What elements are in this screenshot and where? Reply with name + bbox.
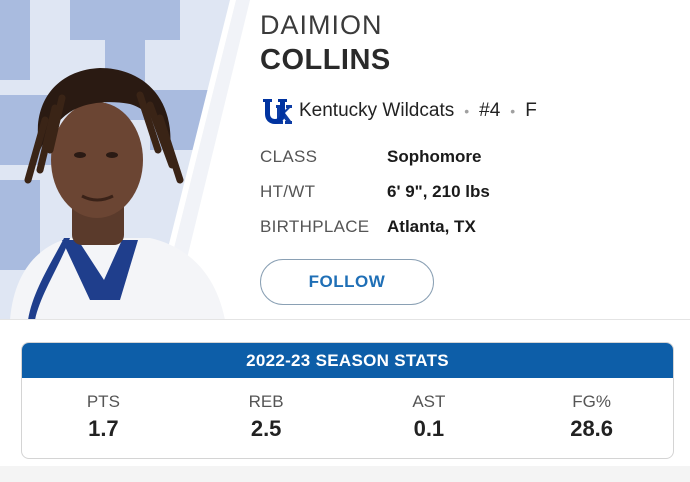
stat-value: 0.1 bbox=[413, 416, 445, 441]
team-line: Kentucky Wildcats • #4 • F bbox=[262, 96, 537, 126]
season-stats-title: 2022-23 SEASON STATS bbox=[22, 343, 673, 378]
info-value: Atlanta, TX bbox=[387, 217, 476, 236]
stat-reb: REB 2.5 bbox=[185, 378, 348, 458]
info-value: Sophomore bbox=[387, 147, 482, 166]
stat-ast: AST 0.1 bbox=[348, 378, 511, 458]
stat-fg-pct: FG% 28.6 bbox=[510, 378, 673, 458]
info-value: 6' 9", 210 lbs bbox=[387, 182, 490, 201]
stat-label: AST bbox=[412, 392, 446, 411]
player-header: DAIMION COLLINS Kentucky Wildcats • #4 •… bbox=[0, 0, 690, 320]
stat-value: 2.5 bbox=[250, 416, 282, 441]
season-stats-card: 2022-23 SEASON STATS PTS 1.7 REB 2.5 AST… bbox=[21, 342, 674, 459]
dot-separator: • bbox=[510, 103, 516, 119]
stat-label: REB bbox=[248, 392, 284, 411]
player-photo bbox=[0, 0, 250, 320]
dot-separator: • bbox=[464, 103, 470, 119]
page-footer-strip bbox=[0, 466, 690, 482]
player-first-name: DAIMION bbox=[260, 10, 383, 40]
jersey-number: #4 bbox=[479, 100, 501, 121]
info-label: BIRTHPLACE bbox=[260, 217, 370, 236]
stat-label: FG% bbox=[572, 392, 611, 411]
stat-pts: PTS 1.7 bbox=[22, 378, 185, 458]
player-last-name: COLLINS bbox=[260, 44, 391, 76]
stat-label: PTS bbox=[86, 392, 120, 411]
uk-logo-icon[interactable] bbox=[262, 97, 292, 125]
info-label: CLASS bbox=[260, 147, 318, 166]
info-label: HT/WT bbox=[260, 182, 316, 201]
team-name[interactable]: Kentucky Wildcats bbox=[299, 100, 454, 122]
section-divider bbox=[0, 319, 690, 320]
follow-button[interactable]: FOLLOW bbox=[260, 259, 434, 305]
stat-value: 1.7 bbox=[88, 416, 119, 441]
player-photo-illustration bbox=[0, 0, 250, 320]
player-position: F bbox=[525, 100, 537, 121]
stat-value: 28.6 bbox=[570, 416, 614, 441]
stats-grid: PTS 1.7 REB 2.5 AST 0.1 FG% 28.6 bbox=[22, 378, 673, 458]
